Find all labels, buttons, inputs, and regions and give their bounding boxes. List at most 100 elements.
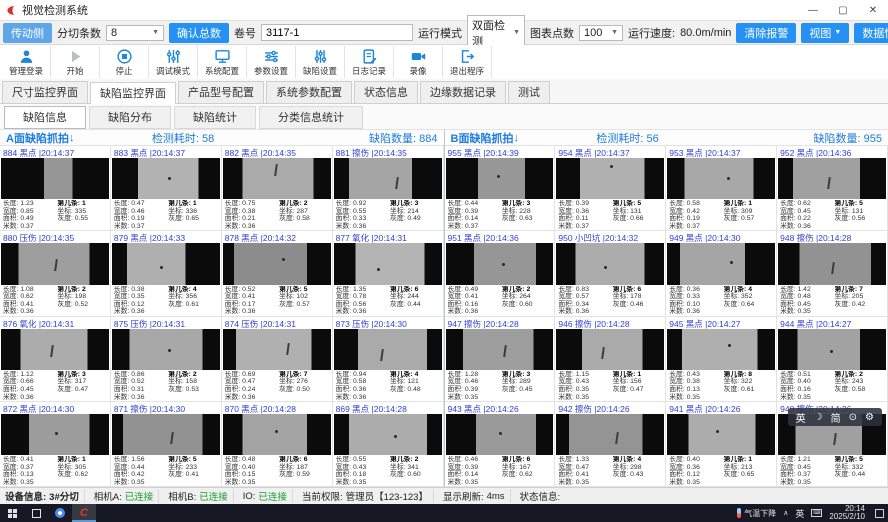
defect-thumbnail[interactable]: [446, 329, 554, 370]
defect-cell[interactable]: 880 压伤 |20:14:35长度: 1.08宽度: 0.62面积: 0.41…: [0, 231, 111, 316]
defect-thumbnail[interactable]: [556, 414, 664, 455]
main-tab[interactable]: 状态信息: [354, 81, 418, 103]
defect-cell[interactable]: 874 压伤 |20:14:31长度: 0.69宽度: 0.47面积: 0.24…: [222, 317, 333, 402]
defect-cell[interactable]: 953 黑点 |20:14:37长度: 0.58宽度: 0.42面积: 0.19…: [666, 146, 777, 231]
defect-cell[interactable]: 883 黑点 |20:14:37长度: 0.47宽度: 0.46面积: 0.19…: [111, 146, 222, 231]
sub-tab[interactable]: 缺陷统计: [174, 106, 256, 129]
defect-thumbnail[interactable]: [446, 414, 554, 455]
debug-mode-button[interactable]: 调试模式: [149, 46, 198, 78]
main-tab[interactable]: 测试: [508, 81, 550, 103]
defect-thumbnail[interactable]: [112, 158, 220, 199]
defect-cell[interactable]: 870 黑点 |20:14:28长度: 0.48宽度: 0.40面积: 0.15…: [222, 402, 333, 487]
defect-thumbnail[interactable]: [112, 414, 220, 455]
roll-number-input[interactable]: [261, 24, 413, 41]
keyboard-icon[interactable]: ⌨: [811, 509, 822, 517]
sub-tab[interactable]: 缺陷分布: [89, 106, 171, 129]
login-button[interactable]: 管理登录: [2, 46, 51, 78]
main-tab[interactable]: 尺寸监控界面: [2, 81, 88, 103]
main-tab[interactable]: 缺陷监控界面: [90, 82, 176, 104]
start-button[interactable]: [0, 504, 24, 522]
ime-simplified-toggle[interactable]: 简: [831, 410, 841, 425]
defect-thumbnail[interactable]: [667, 414, 775, 455]
defect-cell[interactable]: 944 黑点 |20:14:27长度: 0.51宽度: 0.40面积: 0.16…: [777, 317, 888, 402]
sort-down-icon[interactable]: ↓: [513, 132, 519, 144]
defect-cell[interactable]: 878 黑点 |20:14:32长度: 0.52宽度: 0.41面积: 0.17…: [222, 231, 333, 316]
defect-thumbnail[interactable]: [223, 243, 331, 284]
defect-cell[interactable]: 949 黑点 |20:14:30长度: 0.36宽度: 0.33面积: 0.10…: [666, 231, 777, 316]
data-quick-access-button[interactable]: 数据快捷访问▼: [854, 23, 888, 43]
defect-thumbnail[interactable]: [334, 158, 442, 199]
defect-thumbnail[interactable]: [778, 329, 886, 370]
clear-alarm-button[interactable]: 清除报警: [736, 23, 796, 43]
defect-thumbnail[interactable]: [334, 243, 442, 284]
slit-count-select[interactable]: 8▼: [106, 25, 164, 41]
defect-thumbnail[interactable]: [112, 329, 220, 370]
defect-cell[interactable]: 950 小凹坑 |20:14:32长度: 0.83宽度: 0.57面积: 0.3…: [555, 231, 666, 316]
ime-indicator[interactable]: 英: [795, 507, 804, 520]
stop-button[interactable]: 停止: [100, 46, 149, 78]
browser-taskbar-button[interactable]: [48, 504, 72, 522]
minimize-button[interactable]: —: [798, 0, 828, 20]
close-button[interactable]: ✕: [858, 0, 888, 20]
defect-cell[interactable]: 946 擦伤 |20:14:28长度: 1.15宽度: 0.43面积: 0.35…: [555, 317, 666, 402]
exit-button[interactable]: 退出程序: [443, 46, 492, 78]
defect-thumbnail[interactable]: [667, 243, 775, 284]
defect-cell[interactable]: 954 黑点 |20:14:37长度: 0.39宽度: 0.36面积: 0.11…: [555, 146, 666, 231]
defect-thumbnail[interactable]: [556, 158, 664, 199]
param-settings-button[interactable]: 参数设置: [247, 46, 296, 78]
defect-cell[interactable]: 942 擦伤 |20:14:26长度: 1.33宽度: 0.47面积: 0.41…: [555, 402, 666, 487]
app-taskbar-button[interactable]: C: [72, 504, 96, 522]
sort-down-icon[interactable]: ↓: [69, 132, 75, 144]
defect-thumbnail[interactable]: [778, 158, 886, 199]
defect-cell[interactable]: 952 黑点 |20:14:36长度: 0.62宽度: 0.45面积: 0.22…: [777, 146, 888, 231]
start-button[interactable]: 开始: [51, 46, 100, 78]
defect-cell[interactable]: 884 黑点 |20:14:37长度: 1.23宽度: 0.85面积: 0.49…: [0, 146, 111, 231]
defect-thumbnail[interactable]: [223, 329, 331, 370]
defect-cell[interactable]: 941 黑点 |20:14:26长度: 0.40宽度: 0.36面积: 0.12…: [666, 402, 777, 487]
defect-thumbnail[interactable]: [556, 329, 664, 370]
defect-cell[interactable]: 879 黑点 |20:14:33长度: 0.38宽度: 0.35面积: 0.12…: [111, 231, 222, 316]
defect-cell[interactable]: 955 黑点 |20:14:39长度: 0.44宽度: 0.39面积: 0.14…: [445, 146, 556, 231]
defect-thumbnail[interactable]: [446, 158, 554, 199]
sub-tab[interactable]: 缺陷信息: [4, 106, 86, 129]
drive-side-button[interactable]: 传动侧: [3, 23, 52, 43]
confirm-total-button[interactable]: 确认总数: [169, 23, 229, 43]
ime-settings-gear-icon[interactable]: ⚙: [865, 412, 874, 423]
tray-expand-button[interactable]: ∧: [783, 509, 788, 517]
defect-thumbnail[interactable]: [667, 158, 775, 199]
defect-thumbnail[interactable]: [1, 158, 109, 199]
log-button[interactable]: 日志记录: [345, 46, 394, 78]
defect-cell[interactable]: 875 压伤 |20:14:31长度: 0.86宽度: 0.52面积: 0.31…: [111, 317, 222, 402]
main-tab[interactable]: 边缘数据记录: [420, 81, 506, 103]
defect-cell[interactable]: 882 黑点 |20:14:35长度: 0.75宽度: 0.38面积: 0.21…: [222, 146, 333, 231]
defect-thumbnail[interactable]: [334, 414, 442, 455]
defect-thumbnail[interactable]: [112, 243, 220, 284]
main-tab[interactable]: 产品型号配置: [178, 81, 264, 103]
defect-thumbnail[interactable]: [1, 243, 109, 284]
defect-thumbnail[interactable]: [556, 243, 664, 284]
defect-cell[interactable]: 881 擦伤 |20:14:35长度: 0.92宽度: 0.55面积: 0.33…: [333, 146, 444, 231]
sub-tab[interactable]: 分类信息统计: [259, 106, 363, 129]
defect-thumbnail[interactable]: [778, 243, 886, 284]
defect-cell[interactable]: 869 黑点 |20:14:28长度: 0.55宽度: 0.43面积: 0.18…: [333, 402, 444, 487]
defect-thumbnail[interactable]: [223, 158, 331, 199]
clock[interactable]: 20:142025/2/10: [829, 505, 865, 522]
defect-thumbnail[interactable]: [1, 414, 109, 455]
record-button[interactable]: 录像: [394, 46, 443, 78]
task-view-button[interactable]: [24, 504, 48, 522]
chart-points-select[interactable]: 100▼: [579, 25, 623, 41]
defect-thumbnail[interactable]: [446, 243, 554, 284]
notification-center-button[interactable]: [875, 509, 884, 518]
ime-english-toggle[interactable]: 英: [796, 410, 806, 425]
defect-thumbnail[interactable]: [223, 414, 331, 455]
main-tab[interactable]: 系统参数配置: [266, 81, 352, 103]
view-menu-button[interactable]: 视图▼: [801, 23, 849, 43]
ime-mode-icon[interactable]: ⊙: [849, 412, 857, 423]
defect-cell[interactable]: 871 擦伤 |20:14:30长度: 1.56宽度: 0.44面积: 0.42…: [111, 402, 222, 487]
defect-cell[interactable]: 872 黑点 |20:14:30长度: 0.41宽度: 0.37面积: 0.13…: [0, 402, 111, 487]
defect-cell[interactable]: 873 压伤 |20:14:30长度: 0.94宽度: 0.58面积: 0.36…: [333, 317, 444, 402]
defect-cell[interactable]: 876 氧化 |20:14:31长度: 1.12宽度: 0.66面积: 0.45…: [0, 317, 111, 402]
system-config-button[interactable]: 系统配置: [198, 46, 247, 78]
ime-moon-icon[interactable]: ☽: [814, 412, 823, 423]
defect-cell[interactable]: 943 黑点 |20:14:26长度: 0.46宽度: 0.39面积: 0.14…: [445, 402, 556, 487]
